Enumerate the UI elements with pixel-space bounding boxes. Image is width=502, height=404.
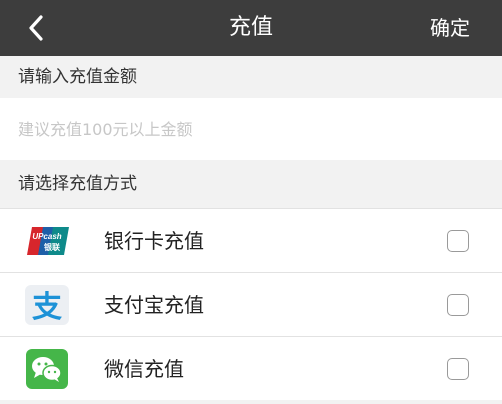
- payment-method-wechat[interactable]: 微信充值: [0, 337, 502, 401]
- payment-method-label: 银行卡充值: [104, 229, 204, 253]
- bottom-strip: [0, 400, 502, 404]
- payment-method-list: UPcash 银联 银行卡充值 支 支付宝充值 微信充值: [0, 208, 502, 401]
- payment-method-label: 微信充值: [104, 357, 184, 381]
- alipay-icon: 支: [25, 285, 69, 325]
- amount-row: [0, 98, 502, 160]
- page-title: 充值: [228, 15, 273, 40]
- unionpay-icon: UPcash 银联: [27, 227, 69, 255]
- unionpay-text: UPcash: [32, 232, 61, 241]
- amount-input[interactable]: [18, 110, 478, 148]
- checkbox-bank-card[interactable]: [447, 230, 469, 252]
- checkbox-alipay[interactable]: [447, 294, 469, 316]
- confirm-button[interactable]: 确定: [430, 0, 470, 56]
- payment-method-alipay[interactable]: 支 支付宝充值: [0, 273, 502, 337]
- wechat-icon: [26, 349, 68, 389]
- amount-section-label: 请输入充值金额: [0, 56, 502, 98]
- navigation-bar: 充值 确定: [0, 0, 502, 56]
- checkbox-wechat[interactable]: [447, 358, 469, 380]
- method-section-label: 请选择充值方式: [0, 160, 502, 208]
- payment-method-bank-card[interactable]: UPcash 银联 银行卡充值: [0, 209, 502, 273]
- alipay-glyph: 支: [32, 290, 62, 325]
- unionpay-subtext: 银联: [43, 242, 60, 252]
- payment-method-label: 支付宝充值: [104, 293, 204, 317]
